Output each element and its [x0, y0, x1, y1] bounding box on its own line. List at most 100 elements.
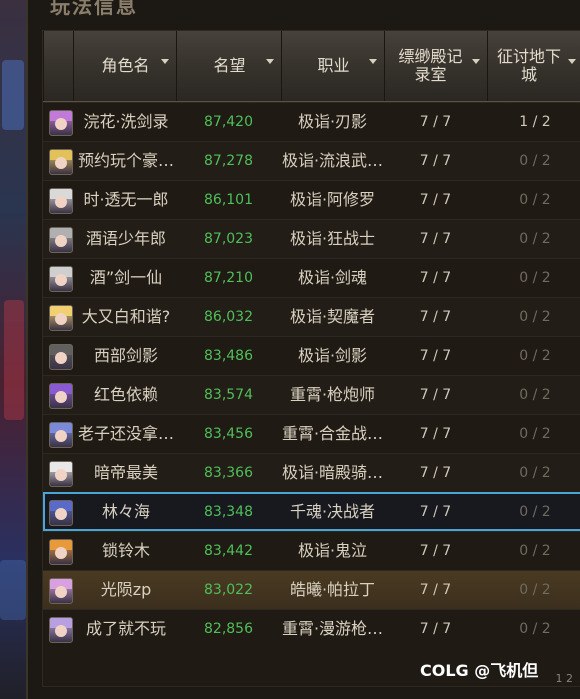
job-name: 极诣·狂战士 [289, 229, 376, 248]
job-name: 重霄·枪炮师 [289, 385, 376, 404]
header-fame-column[interactable]: 名望 [176, 31, 282, 101]
record-room-count: 7 / 7 [419, 309, 452, 325]
sort-arrow-icon[interactable] [472, 59, 480, 64]
job-name: 极诣·鬼泣 [297, 541, 368, 560]
dungeon-count: 0 / 2 [519, 153, 551, 169]
record-room-count: 7 / 7 [419, 348, 452, 364]
fame-value: 83,022 [204, 582, 253, 598]
avatar-face [55, 469, 67, 481]
fame-value: 83,574 [204, 387, 253, 403]
sort-arrow-icon[interactable] [266, 59, 274, 64]
character-name: 时·透无一郎 [83, 190, 169, 209]
watermark: COLG @飞机但 [420, 661, 539, 680]
table-row[interactable]: 光陨zp 83,022 皓曦·帕拉丁 7 / 7 0 / 2 [43, 570, 580, 609]
table-row[interactable]: 酒”剑一仙 87,210 极诣·剑魂 7 / 7 0 / 2 [43, 258, 580, 297]
character-name: 酒语少年郎 [85, 229, 166, 248]
table-row[interactable]: 预约玩个豪… 87,278 极诣·流浪武… 7 / 7 0 / 2 [43, 141, 580, 180]
header-name-label: 角色名 [101, 56, 150, 75]
record-room-count: 7 / 7 [419, 387, 452, 403]
job-name: 极诣·刃影 [297, 112, 368, 131]
fame-value: 83,366 [204, 465, 253, 481]
character-avatar-icon [49, 383, 73, 409]
character-avatar-icon [49, 110, 73, 136]
dungeon-count: 0 / 2 [519, 582, 551, 598]
header-record-column[interactable]: 缥缈殿记录室 [384, 31, 488, 101]
character-avatar-icon [49, 188, 73, 214]
table-row[interactable]: 林々海 83,348 千魂·决战者 7 / 7 0 / 2 [43, 492, 580, 531]
sort-arrow-icon[interactable] [568, 59, 576, 64]
character-avatar-icon [49, 461, 73, 487]
dungeon-count: 0 / 2 [519, 309, 551, 325]
table-row[interactable]: 浣花·洗剑录 87,420 极诣·刃影 7 / 7 1 / 2 [43, 102, 580, 141]
background-glow [4, 300, 24, 420]
record-room-count: 7 / 7 [419, 114, 452, 130]
fame-value: 83,442 [204, 543, 253, 559]
header-job-column[interactable]: 职业 [281, 31, 385, 101]
record-room-count: 7 / 7 [419, 504, 452, 520]
table-row[interactable]: 时·透无一郎 86,101 极诣·阿修罗 7 / 7 0 / 2 [43, 180, 580, 219]
fame-value: 83,486 [204, 348, 253, 364]
record-room-count: 7 / 7 [419, 153, 452, 169]
table-row[interactable]: 锁铃木 83,442 极诣·鬼泣 7 / 7 0 / 2 [43, 531, 580, 570]
dungeon-count: 0 / 2 [519, 504, 551, 520]
fame-value: 87,023 [204, 231, 253, 247]
sort-arrow-icon[interactable] [369, 59, 377, 64]
fame-value: 86,032 [204, 309, 253, 325]
play-info-window: 玩法信息 角色名 名望 职业 缥缈殿记录室 征讨地下城 浣花·洗剑录 87,42… [26, 0, 580, 699]
character-avatar-icon [49, 344, 73, 370]
table-row[interactable]: 酒语少年郎 87,023 极诣·狂战士 7 / 7 0 / 2 [43, 219, 580, 258]
record-room-count: 7 / 7 [419, 621, 452, 637]
dungeon-count: 1 / 2 [519, 114, 551, 130]
record-room-count: 7 / 7 [419, 582, 452, 598]
fame-value: 87,210 [204, 270, 253, 286]
header-dungeon-column[interactable]: 征讨地下城 [487, 31, 580, 101]
table-row[interactable]: 大又白和谐? 86,032 极诣·契魔者 7 / 7 0 / 2 [43, 297, 580, 336]
character-avatar-icon [49, 500, 73, 526]
header-name-column[interactable]: 角色名 [73, 31, 177, 101]
avatar-face [55, 430, 67, 442]
character-name: 大又白和谐? [81, 307, 171, 326]
avatar-face [55, 157, 67, 169]
job-name: 重霄·漫游枪… [281, 619, 384, 638]
avatar-face [55, 352, 67, 364]
job-name: 极诣·契魔者 [289, 307, 376, 326]
avatar-face [55, 118, 67, 130]
table-row[interactable]: 成了就不玩 82,856 重霄·漫游枪… 7 / 7 0 / 2 [43, 609, 580, 648]
fame-value: 83,456 [204, 426, 253, 442]
fame-value: 86,101 [204, 192, 253, 208]
avatar-face [55, 508, 67, 520]
record-room-count: 7 / 7 [419, 192, 452, 208]
record-room-count: 7 / 7 [419, 465, 452, 481]
character-avatar-icon [49, 149, 73, 175]
avatar-face [55, 235, 67, 247]
dungeon-count: 0 / 2 [519, 465, 551, 481]
sort-arrow-icon[interactable] [161, 59, 169, 64]
dungeon-count: 0 / 2 [519, 426, 551, 442]
dungeon-count: 0 / 2 [519, 348, 551, 364]
table-header: 角色名 名望 职业 缥缈殿记录室 征讨地下城 [43, 31, 580, 102]
job-name: 极诣·剑影 [297, 346, 368, 365]
character-name: 暗帝最美 [93, 463, 158, 482]
table-row[interactable]: 西部剑影 83,486 极诣·剑影 7 / 7 0 / 2 [43, 336, 580, 375]
dungeon-count: 0 / 2 [519, 543, 551, 559]
avatar-face [55, 196, 67, 208]
dungeon-count: 0 / 2 [519, 621, 551, 637]
job-name: 极诣·流浪武… [281, 151, 384, 170]
job-name: 重霄·合金战… [281, 424, 384, 443]
table-row[interactable]: 暗帝最美 83,366 极诣·暗殿骑… 7 / 7 0 / 2 [43, 453, 580, 492]
character-name: 林々海 [101, 502, 150, 521]
job-name: 皓曦·帕拉丁 [289, 580, 376, 599]
table-row[interactable]: 老子还没拿… 83,456 重霄·合金战… 7 / 7 0 / 2 [43, 414, 580, 453]
header-job-label: 职业 [317, 56, 350, 75]
header-dungeon-label: 征讨地下城 [496, 47, 561, 84]
character-name: 西部剑影 [93, 346, 158, 365]
character-name: 红色依赖 [93, 385, 158, 404]
page-indicator[interactable]: 1 2 [556, 672, 574, 685]
window-title: 玩法信息 [50, 0, 138, 18]
character-name: 浣花·洗剑录 [83, 112, 169, 131]
dungeon-count: 0 / 2 [519, 192, 551, 208]
dungeon-count: 0 / 2 [519, 387, 551, 403]
character-avatar-icon [49, 617, 73, 643]
character-name: 酒”剑一仙 [89, 268, 163, 287]
table-row[interactable]: 红色依赖 83,574 重霄·枪炮师 7 / 7 0 / 2 [43, 375, 580, 414]
